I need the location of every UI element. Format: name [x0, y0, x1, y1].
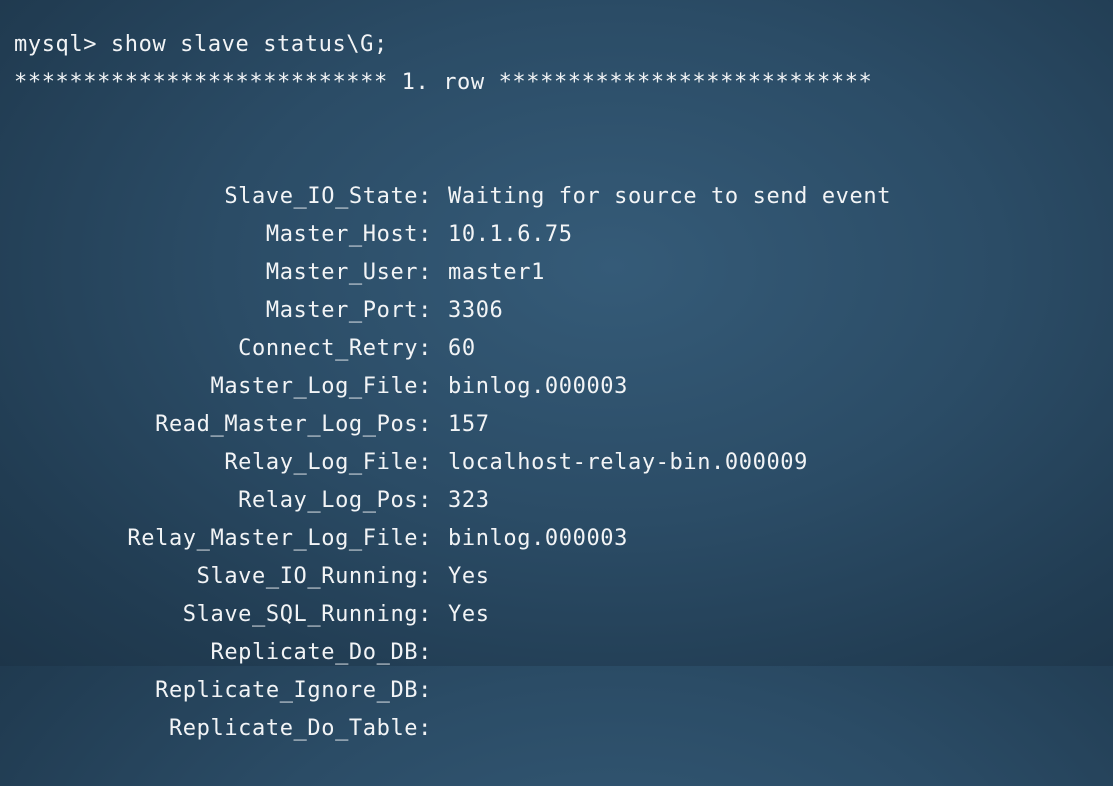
field-value: 157	[448, 412, 490, 437]
field-name: Master_Port:	[265, 298, 432, 323]
status-field-connect-retry: Connect_Retry: 60	[0, 254, 475, 361]
status-field-relay-log-file: Relay_Log_File: localhost-relay-bin.0000…	[0, 368, 807, 475]
field-value: 323	[448, 488, 490, 513]
row-header: *************************** 1. row *****…	[14, 70, 873, 95]
status-field-master-user: Master_User: master1	[0, 178, 544, 285]
status-field-relay-master-log-file: Relay_Master_Log_File: binlog.000003	[0, 444, 627, 551]
status-field-slave-io-running: Slave_IO_Running: Yes	[0, 482, 489, 589]
status-field-master-host: Master_Host: 10.1.6.75	[0, 140, 572, 247]
status-field-slave-sql-running: Slave_SQL_Running: Yes	[0, 520, 489, 627]
field-value: 3306	[448, 298, 504, 323]
status-field-relay-log-pos: Relay_Log_Pos: 323	[0, 406, 489, 513]
field-value: binlog.000003	[448, 374, 628, 399]
field-name: Master_Log_File:	[210, 374, 432, 399]
field-name: Master_Host:	[265, 222, 432, 247]
field-value: 10.1.6.75	[448, 222, 573, 247]
field-name: Slave_IO_State:	[224, 184, 432, 209]
field-name: Slave_SQL_Running:	[182, 602, 432, 627]
status-field-replicate-do-db: Replicate_Do_DB:	[0, 558, 431, 665]
field-value: binlog.000003	[448, 526, 628, 551]
field-name: Replicate_Do_Table:	[168, 716, 432, 741]
status-field-master-log-file: Master_Log_File: binlog.000003	[0, 292, 627, 399]
terminal-window[interactable]: mysql> show slave status\G; ************…	[0, 0, 1113, 741]
field-value: Waiting for source to send event	[448, 184, 892, 209]
field-value: master1	[448, 260, 545, 285]
field-name: Replicate_Do_DB:	[210, 640, 432, 665]
field-name: Read_Master_Log_Pos:	[155, 412, 432, 437]
field-value: Yes	[448, 602, 490, 627]
field-name: Replicate_Ignore_DB:	[155, 678, 432, 703]
field-value: Yes	[448, 564, 490, 589]
field-value: 60	[448, 336, 476, 361]
field-name: Connect_Retry:	[238, 336, 432, 361]
field-name: Master_User:	[265, 260, 432, 285]
field-name: Relay_Log_File:	[224, 450, 432, 475]
command-prompt: mysql> show slave status\G;	[14, 32, 388, 57]
status-field-slave-io-state: Slave_IO_State: Waiting for source to se…	[0, 102, 890, 209]
field-name: Relay_Log_Pos:	[238, 488, 432, 513]
status-field-replicate-do-table: Replicate_Do_Table:	[0, 634, 431, 741]
status-field-master-port: Master_Port: 3306	[0, 216, 503, 323]
status-field-replicate-ignore-db: Replicate_Ignore_DB:	[0, 596, 431, 703]
field-name: Slave_IO_Running:	[196, 564, 432, 589]
field-value: localhost-relay-bin.000009	[448, 450, 808, 475]
field-name: Relay_Master_Log_File:	[127, 526, 432, 551]
status-field-read-master-log-pos: Read_Master_Log_Pos: 157	[0, 330, 489, 437]
